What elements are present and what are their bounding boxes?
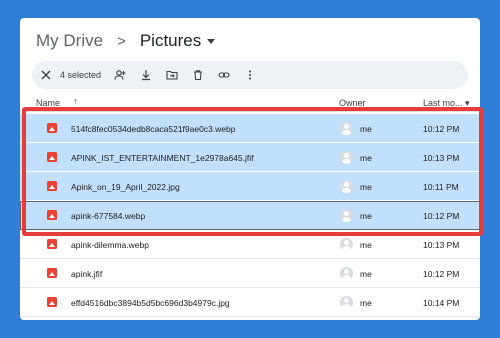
file-modified: 10:13 PM xyxy=(423,153,460,163)
caret-down-icon xyxy=(207,39,216,45)
file-name: Apink_on_19_April_2022.jpg xyxy=(71,182,180,192)
file-name: apink.jfif xyxy=(71,269,103,279)
image-file-icon xyxy=(47,181,57,191)
file-name: APINK_IST_ENTERTAINMENT_1e2978a645.jfif xyxy=(71,153,254,163)
sort-arrow-icon[interactable]: ↑ xyxy=(73,96,78,106)
column-header-row: Name ↑ Owner Last mo... ▾ xyxy=(20,94,480,112)
file-owner: me xyxy=(360,211,372,221)
file-owner: me xyxy=(360,153,372,163)
selected-count: 4 selected xyxy=(60,70,102,80)
breadcrumb-my-drive[interactable]: My Drive xyxy=(36,31,103,51)
move-icon[interactable] xyxy=(159,61,185,89)
file-modified: 10:12 PM xyxy=(423,211,460,221)
trash-icon[interactable] xyxy=(185,61,211,89)
file-row[interactable]: apink-dilemma.webp me 10:13 PM xyxy=(20,230,480,259)
image-file-icon xyxy=(47,239,57,249)
file-name: effd4516dbc3894b5d5bc696d3b4979c.jpg xyxy=(71,298,230,308)
avatar xyxy=(340,296,353,309)
share-icon[interactable] xyxy=(107,61,133,89)
avatar xyxy=(340,238,353,251)
file-row[interactable]: 514fc8fec0534dedb8caca521f9ae0c3.webp me… xyxy=(20,114,480,143)
column-last-modified[interactable]: Last mo... ▾ xyxy=(423,98,470,109)
breadcrumb: My Drive > Pictures xyxy=(36,30,216,52)
file-name: apink-dilemma.webp xyxy=(71,240,149,250)
column-name[interactable]: Name xyxy=(36,98,60,108)
download-icon[interactable] xyxy=(133,61,159,89)
image-file-icon xyxy=(47,152,57,162)
file-name: 514fc8fec0534dedb8caca521f9ae0c3.webp xyxy=(71,124,236,134)
file-modified: 10:14 PM xyxy=(423,298,460,308)
avatar xyxy=(340,267,353,280)
image-file-icon xyxy=(47,123,57,133)
breadcrumb-pictures[interactable]: Pictures xyxy=(139,31,216,51)
file-owner: me xyxy=(360,269,372,279)
image-file-icon xyxy=(47,268,57,278)
avatar xyxy=(340,151,353,164)
drive-window: My Drive > Pictures 4 selected Name ↑ Ow… xyxy=(20,18,480,320)
file-row[interactable]: Apink_on_19_April_2022.jpg me 10:11 PM xyxy=(20,172,480,201)
file-modified: 10:11 PM xyxy=(423,182,459,192)
file-row[interactable]: apink.jfif me 10:12 PM xyxy=(20,259,480,288)
file-owner: me xyxy=(360,182,372,192)
file-owner: me xyxy=(360,298,372,308)
file-list: 514fc8fec0534dedb8caca521f9ae0c3.webp me… xyxy=(20,114,480,317)
link-icon[interactable] xyxy=(211,61,237,89)
file-owner: me xyxy=(360,124,372,134)
file-row[interactable]: apink-677584.webp me 10:12 PM xyxy=(20,201,480,230)
more-icon[interactable] xyxy=(237,61,263,89)
breadcrumb-current-label: Pictures xyxy=(139,31,202,50)
avatar xyxy=(340,209,353,222)
file-modified: 10:12 PM xyxy=(423,269,460,279)
file-modified: 10:12 PM xyxy=(423,124,460,134)
file-owner: me xyxy=(360,240,372,250)
image-file-icon xyxy=(47,297,57,307)
file-row[interactable]: APINK_IST_ENTERTAINMENT_1e2978a645.jfif … xyxy=(20,143,480,172)
file-modified: 10:13 PM xyxy=(423,240,460,250)
close-icon[interactable] xyxy=(32,61,60,89)
file-name: apink-677584.webp xyxy=(71,211,146,221)
selection-toolbar: 4 selected xyxy=(32,61,468,89)
avatar xyxy=(340,180,353,193)
image-file-icon xyxy=(47,210,57,220)
file-row[interactable]: effd4516dbc3894b5d5bc696d3b4979c.jpg me … xyxy=(20,288,480,317)
avatar xyxy=(340,122,353,135)
breadcrumb-separator: > xyxy=(117,32,126,50)
column-owner[interactable]: Owner xyxy=(339,98,366,108)
